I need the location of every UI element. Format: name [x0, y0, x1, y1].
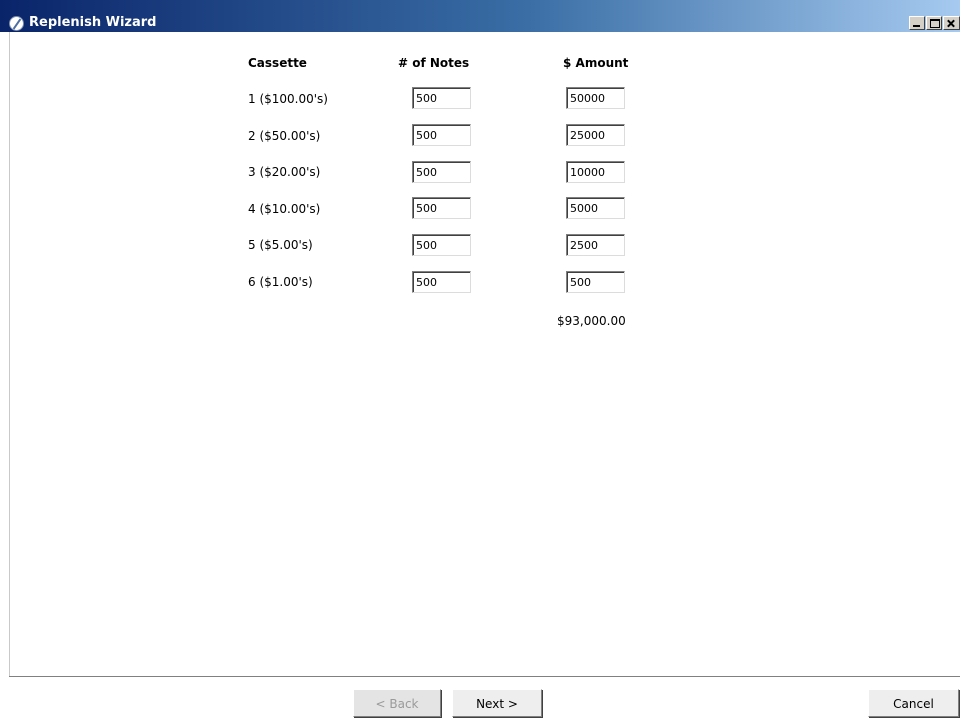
maximize-button[interactable]: [926, 16, 942, 30]
amount-input-4[interactable]: [566, 197, 625, 219]
amount-input-6[interactable]: [566, 271, 625, 293]
notes-input-2[interactable]: [412, 124, 471, 146]
notes-input-3[interactable]: [412, 161, 471, 183]
cassette-label-3: 3 ($20.00's): [248, 165, 321, 179]
cancel-button[interactable]: Cancel: [868, 689, 959, 717]
cassette-label-6: 6 ($1.00's): [248, 275, 313, 289]
notes-input-5[interactable]: [412, 234, 471, 256]
notes-input-1[interactable]: [412, 87, 471, 109]
back-button[interactable]: < Back: [353, 689, 441, 717]
total-amount: $93,000.00: [557, 314, 626, 328]
cassette-label-5: 5 ($5.00's): [248, 238, 313, 252]
header-cassette: Cassette: [248, 56, 307, 70]
notes-input-6[interactable]: [412, 271, 471, 293]
cassette-label-2: 2 ($50.00's): [248, 129, 321, 143]
amount-input-1[interactable]: [566, 87, 625, 109]
minimize-button[interactable]: [909, 16, 925, 30]
cassette-label-4: 4 ($10.00's): [248, 202, 321, 216]
header-amount: $ Amount: [563, 56, 629, 70]
wizard-footer: < Back Next > Cancel: [9, 678, 960, 724]
amount-input-5[interactable]: [566, 234, 625, 256]
cassette-label-1: 1 ($100.00's): [248, 92, 328, 106]
next-button[interactable]: Next >: [452, 689, 542, 717]
amount-input-2[interactable]: [566, 124, 625, 146]
wizard-content: Cassette # of Notes $ Amount 1 ($100.00'…: [9, 32, 960, 676]
title-bar[interactable]: Replenish Wizard: [0, 0, 960, 32]
app-icon: [9, 16, 24, 31]
close-button[interactable]: [943, 16, 960, 30]
window-title: Replenish Wizard: [29, 15, 157, 30]
amount-input-3[interactable]: [566, 161, 625, 183]
notes-input-4[interactable]: [412, 197, 471, 219]
header-notes: # of Notes: [398, 56, 470, 70]
